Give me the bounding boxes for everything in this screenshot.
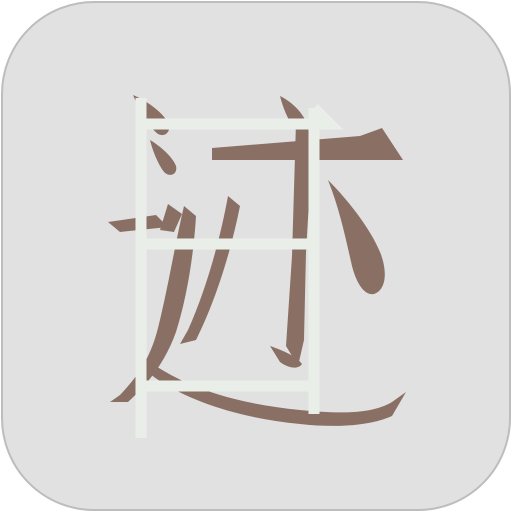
app-icon-svg (1, 1, 511, 511)
app-icon[interactable] (0, 0, 512, 512)
icon-tile-background (1, 1, 511, 511)
